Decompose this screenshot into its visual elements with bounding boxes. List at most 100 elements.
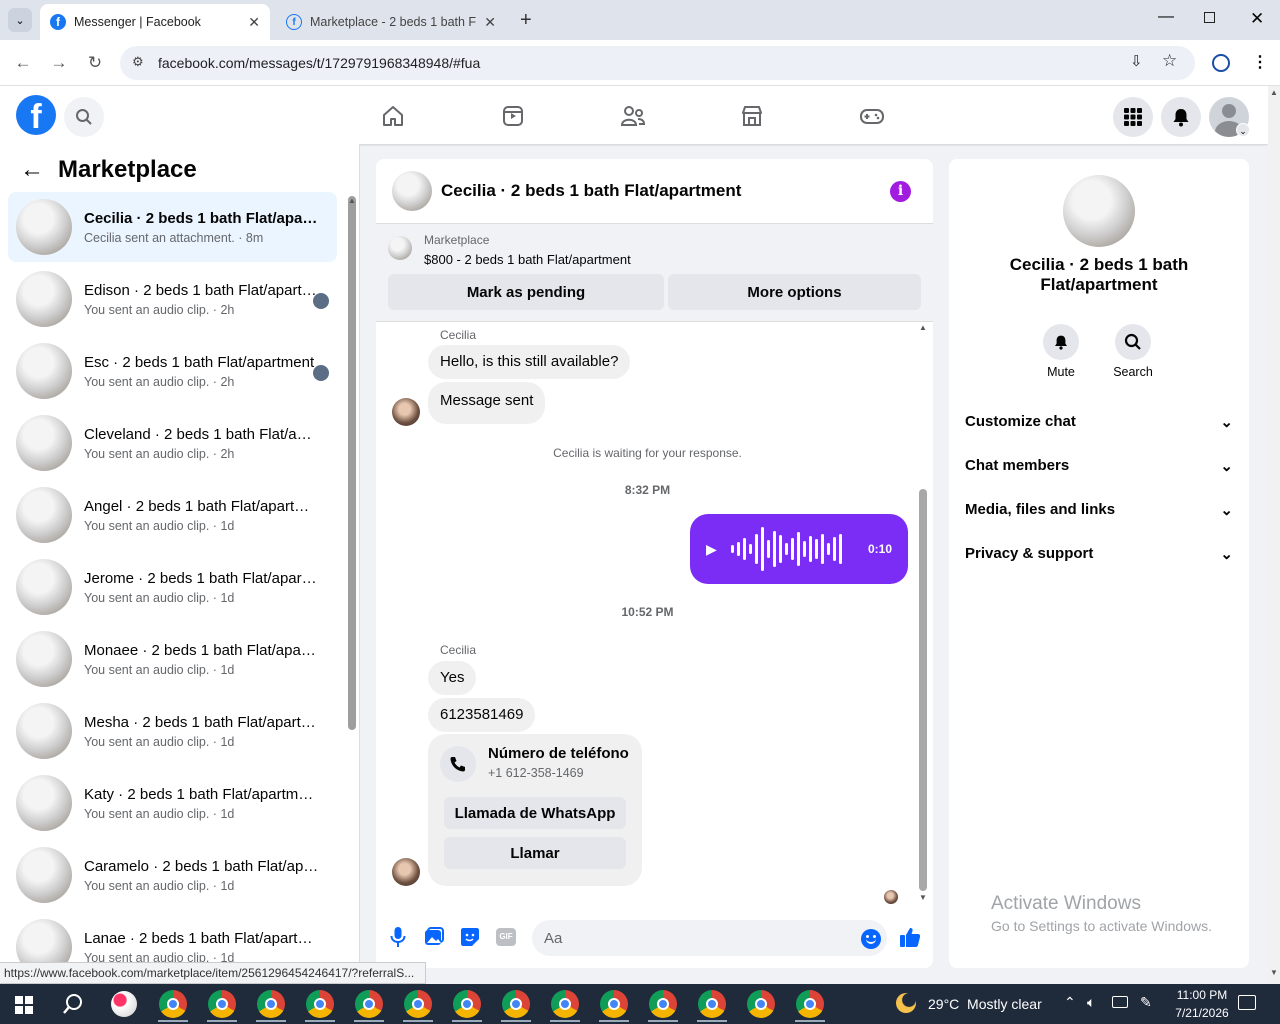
gaming-nav-icon[interactable] bbox=[857, 101, 887, 131]
address-bar[interactable]: ⚙ facebook.com/messages/t/17297919683489… bbox=[120, 46, 1195, 80]
facebook-logo[interactable]: f bbox=[16, 95, 56, 135]
emoji-icon[interactable] bbox=[861, 929, 881, 949]
message-input[interactable]: Aa bbox=[532, 920, 887, 956]
pen-icon[interactable]: ✎ bbox=[1140, 994, 1152, 1011]
chrome-taskbar-icon[interactable] bbox=[796, 990, 824, 1018]
sticker-icon[interactable] bbox=[460, 927, 480, 952]
clock-time[interactable]: 11:00 PM bbox=[1170, 988, 1234, 1002]
chrome-taskbar-icon[interactable] bbox=[453, 990, 481, 1018]
back-arrow-icon[interactable]: ← bbox=[20, 156, 44, 184]
mute-button[interactable] bbox=[1043, 324, 1079, 360]
tab-marketplace[interactable]: f Marketplace - 2 beds 1 bath Fla ✕ bbox=[276, 4, 506, 40]
chrome-taskbar-icon[interactable] bbox=[159, 990, 187, 1018]
bookmark-star-icon[interactable]: ☆ bbox=[1162, 51, 1177, 71]
mark-pending-button[interactable]: Mark as pending bbox=[388, 274, 664, 310]
chat-members-section[interactable]: Chat members ⌄ bbox=[965, 457, 1233, 475]
new-tab-button[interactable]: + bbox=[520, 9, 532, 32]
conversation-item[interactable]: Edison · 2 beds 1 bath Flat/apartment You… bbox=[8, 264, 337, 334]
restore-button[interactable] bbox=[1204, 12, 1215, 23]
chat-title[interactable]: Cecilia · 2 beds 1 bath Flat/apartment bbox=[441, 181, 741, 201]
conversation-item[interactable]: Caramelo · 2 beds 1 bath Flat/apartment Y… bbox=[8, 840, 337, 910]
conversation-item[interactable]: Monaee · 2 beds 1 bath Flat/apartment You… bbox=[8, 624, 337, 694]
conversation-item[interactable]: Cecilia · 2 beds 1 bath Flat/apartment Ce… bbox=[8, 192, 337, 262]
chrome-taskbar-icon[interactable] bbox=[404, 990, 432, 1018]
minimize-button[interactable]: — bbox=[1158, 8, 1174, 26]
scroll-up-icon[interactable]: ▲ bbox=[919, 323, 927, 332]
notifications-button[interactable] bbox=[1161, 97, 1201, 137]
whatsapp-call-button[interactable]: Llamada de WhatsApp bbox=[444, 797, 626, 829]
gif-icon[interactable]: GIF bbox=[496, 928, 516, 946]
message-bubble[interactable]: Yes bbox=[428, 661, 477, 695]
tab-search-button[interactable]: ⌄ bbox=[8, 8, 32, 32]
contact-avatar[interactable] bbox=[1063, 175, 1135, 247]
listing-thumbnail[interactable] bbox=[388, 236, 412, 260]
volume-icon[interactable]: 🔈︎ bbox=[1087, 994, 1095, 1011]
video-nav-icon[interactable] bbox=[498, 101, 528, 131]
profile-icon[interactable] bbox=[1212, 54, 1230, 72]
chrome-taskbar-icon[interactable] bbox=[698, 990, 726, 1018]
like-thumb-icon[interactable] bbox=[899, 926, 921, 953]
customize-chat-section[interactable]: Customize chat ⌄ bbox=[965, 413, 1233, 431]
conversation-item[interactable]: Mesha · 2 beds 1 bath Flat/apartment You … bbox=[8, 696, 337, 766]
microphone-icon[interactable] bbox=[390, 926, 406, 953]
chrome-taskbar-icon[interactable] bbox=[208, 990, 236, 1018]
clock-date[interactable]: 7/21/2026 bbox=[1170, 1006, 1234, 1020]
back-button[interactable]: ← bbox=[12, 52, 34, 74]
weather-icon[interactable] bbox=[896, 993, 916, 1013]
chrome-taskbar-icon[interactable] bbox=[257, 990, 285, 1018]
conversation-item[interactable]: Angel · 2 beds 1 bath Flat/apartment You … bbox=[8, 480, 337, 550]
call-button[interactable]: Llamar bbox=[444, 837, 626, 869]
menu-kebab-icon[interactable]: ⋮ bbox=[1252, 52, 1268, 72]
chrome-taskbar-icon[interactable] bbox=[502, 990, 530, 1018]
chrome-taskbar-icon[interactable] bbox=[551, 990, 579, 1018]
scrollbar[interactable] bbox=[348, 196, 356, 730]
close-icon[interactable]: ✕ bbox=[248, 14, 260, 31]
install-app-icon[interactable]: ⇩ bbox=[1130, 52, 1143, 70]
close-icon[interactable]: ✕ bbox=[484, 14, 496, 31]
conversation-item[interactable]: Esc · 2 beds 1 bath Flat/apartment You se… bbox=[8, 336, 337, 406]
info-icon[interactable]: i bbox=[890, 181, 911, 202]
search-button[interactable] bbox=[64, 97, 104, 137]
weather-text[interactable]: 29°C Mostly clear bbox=[928, 996, 1042, 1012]
conversation-item[interactable]: Lanae · 2 beds 1 bath Flat/apartment You … bbox=[8, 912, 337, 964]
scroll-down-icon[interactable]: ▼ bbox=[919, 893, 927, 902]
network-icon[interactable] bbox=[1112, 996, 1128, 1008]
chrome-taskbar-icon[interactable] bbox=[600, 990, 628, 1018]
listing-summary[interactable]: $800 - 2 beds 1 bath Flat/apartment bbox=[424, 252, 631, 267]
sender-avatar[interactable] bbox=[392, 858, 420, 886]
tab-messenger[interactable]: f Messenger | Facebook ✕ bbox=[40, 4, 270, 40]
more-options-button[interactable]: More options bbox=[668, 274, 921, 310]
scroll-up-icon[interactable]: ▲ bbox=[348, 196, 356, 205]
start-button[interactable] bbox=[15, 996, 33, 1014]
search-chat-button[interactable] bbox=[1115, 324, 1151, 360]
paint-app-icon[interactable] bbox=[111, 991, 137, 1017]
sender-avatar[interactable] bbox=[392, 398, 420, 426]
friends-nav-icon[interactable] bbox=[618, 101, 648, 131]
message-bubble[interactable]: Message sent bbox=[428, 382, 546, 424]
marketplace-nav-icon[interactable] bbox=[737, 101, 767, 131]
conversation-item[interactable]: Katy · 2 beds 1 bath Flat/apartment You s… bbox=[8, 768, 337, 838]
audio-message[interactable]: ▶ 0:10 bbox=[690, 514, 908, 584]
chrome-taskbar-icon[interactable] bbox=[747, 990, 775, 1018]
notification-center-icon[interactable] bbox=[1238, 995, 1256, 1010]
reload-button[interactable]: ↻ bbox=[84, 52, 106, 74]
window-close-button[interactable]: ✕ bbox=[1250, 9, 1264, 29]
site-info-icon[interactable]: ⚙ bbox=[132, 54, 144, 70]
photo-icon[interactable] bbox=[424, 927, 444, 952]
conversation-item[interactable]: Cleveland · 2 beds 1 bath Flat/apartment… bbox=[8, 408, 337, 478]
home-nav-icon[interactable] bbox=[378, 101, 408, 131]
page-scrollbar[interactable]: ▲ ▼ bbox=[1268, 86, 1280, 984]
chrome-taskbar-icon[interactable] bbox=[355, 990, 383, 1018]
chrome-taskbar-icon[interactable] bbox=[649, 990, 677, 1018]
tray-chevron-icon[interactable]: ⌃ bbox=[1064, 994, 1076, 1011]
account-chevron-icon[interactable]: ⌄ bbox=[1236, 123, 1250, 137]
menu-grid-button[interactable] bbox=[1113, 97, 1153, 137]
chrome-taskbar-icon[interactable] bbox=[306, 990, 334, 1018]
forward-button[interactable]: → bbox=[48, 52, 70, 74]
play-icon[interactable]: ▶ bbox=[706, 541, 717, 558]
scrollbar[interactable] bbox=[919, 489, 927, 891]
message-bubble[interactable]: 6123581469 bbox=[428, 698, 536, 732]
message-bubble[interactable]: Hello, is this still available? bbox=[428, 345, 631, 379]
privacy-support-section[interactable]: Privacy & support ⌄ bbox=[965, 545, 1233, 563]
search-icon[interactable] bbox=[62, 993, 84, 1020]
